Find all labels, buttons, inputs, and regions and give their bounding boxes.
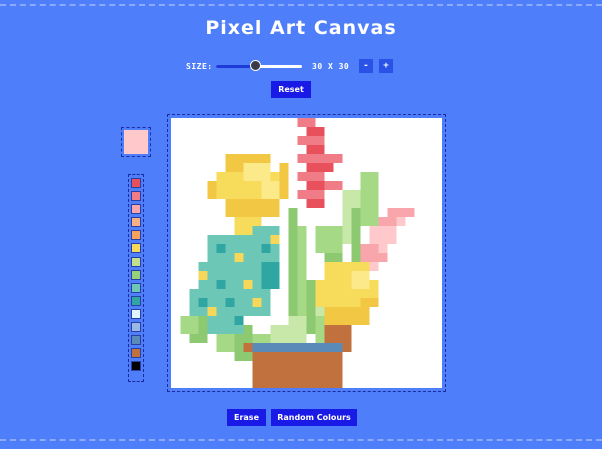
palette-swatch[interactable] [131, 348, 141, 359]
random-colours-button[interactable]: Random Colours [271, 409, 357, 426]
decrease-size-button[interactable]: - [359, 59, 373, 73]
palette-swatch[interactable] [131, 308, 141, 319]
palette-swatch[interactable] [131, 217, 141, 228]
size-control: SIZE: 30 X 30 - + [186, 58, 393, 74]
palette-swatch[interactable] [131, 282, 141, 293]
palette-swatch[interactable] [131, 191, 141, 202]
palette-swatch[interactable] [131, 361, 141, 372]
palette-swatch[interactable] [131, 256, 141, 267]
current-color-swatch [124, 130, 148, 154]
palette-swatch[interactable] [131, 295, 141, 306]
size-slider[interactable] [216, 58, 302, 74]
minus-icon: - [363, 61, 369, 71]
pixel-artwork[interactable] [171, 118, 442, 388]
palette-swatch[interactable] [131, 178, 141, 188]
current-color-preview [121, 127, 151, 157]
bottom-dashed-divider [0, 439, 602, 441]
page-title: Pixel Art Canvas [205, 17, 397, 39]
palette-swatch[interactable] [131, 269, 141, 280]
pixel-canvas[interactable] [171, 118, 442, 388]
canvas-frame [167, 114, 446, 392]
palette-swatch[interactable] [131, 204, 141, 215]
palette-swatch[interactable] [131, 335, 141, 346]
plus-icon: + [383, 61, 389, 71]
palette-swatch[interactable] [131, 322, 141, 333]
top-dashed-divider [0, 4, 602, 6]
color-palette [128, 174, 144, 382]
reset-button[interactable]: Reset [271, 81, 311, 98]
size-value: 30 X 30 [312, 61, 350, 71]
palette-swatch[interactable] [131, 230, 141, 241]
increase-size-button[interactable]: + [379, 59, 393, 73]
erase-button[interactable]: Erase [227, 409, 266, 426]
palette-swatch[interactable] [131, 243, 141, 254]
slider-thumb[interactable] [249, 60, 261, 71]
size-label: SIZE: [186, 61, 213, 71]
